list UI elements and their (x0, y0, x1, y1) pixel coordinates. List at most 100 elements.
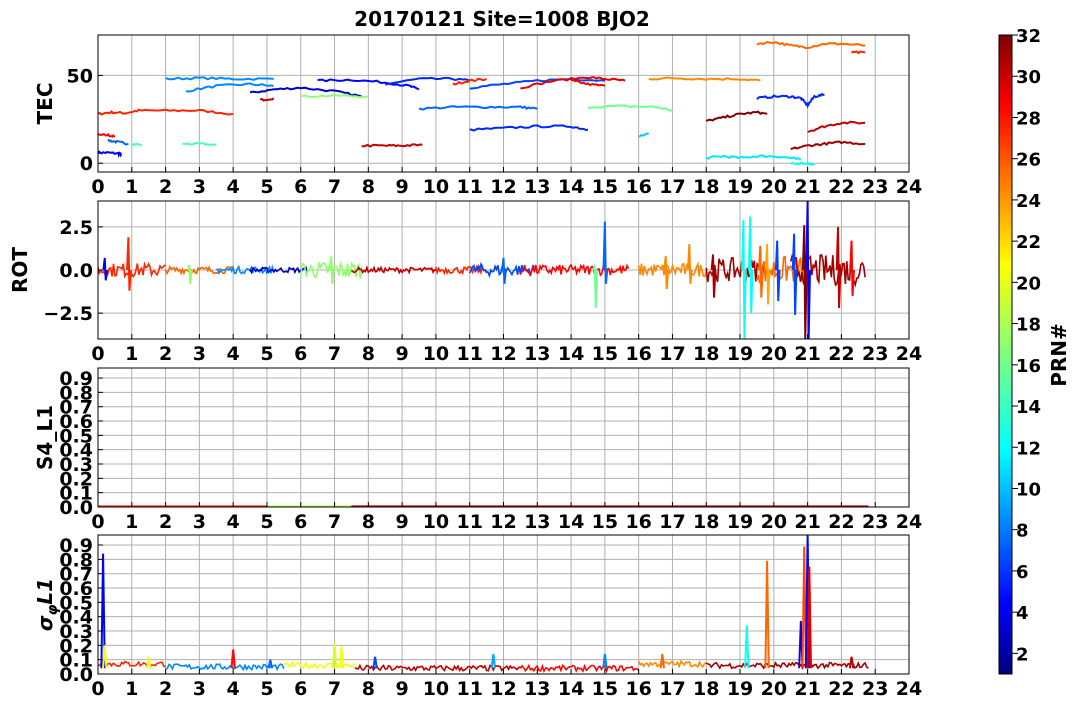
x-tick-label: 9 (396, 511, 409, 533)
colorbar-tick-label: 24 (1016, 191, 1041, 212)
x-tick-label: 23 (862, 176, 888, 198)
tec-series-line (98, 132, 116, 138)
sigma-spike (744, 625, 750, 669)
x-tick-label: 6 (294, 176, 307, 198)
x-tick-label: 11 (456, 176, 482, 198)
x-tick-label: 19 (727, 511, 753, 533)
rot-spike (757, 245, 764, 298)
colorbar-tick-label: 2 (1016, 644, 1029, 665)
x-tick-label: 20 (761, 678, 787, 700)
x-tick-label: 2 (159, 176, 172, 198)
y-axis-label-tec: TEC (33, 83, 57, 125)
tec-series-line (790, 140, 866, 150)
x-tick-label: 12 (490, 678, 516, 700)
x-tick-label: 14 (558, 343, 584, 365)
sigma-series-line (165, 663, 285, 672)
x-tick-label: 15 (592, 511, 618, 533)
y-tick-label: 0.9 (59, 368, 93, 390)
x-tick-label: 17 (659, 678, 685, 700)
tec-series-line (107, 138, 129, 146)
colorbar-tick-label: 4 (1016, 603, 1029, 624)
x-tick-label: 21 (794, 511, 820, 533)
x-tick-label: 11 (456, 343, 482, 365)
tec-series-line (98, 150, 123, 159)
x-tick-label: 16 (625, 343, 651, 365)
plot-area-rot (98, 201, 909, 339)
x-tick-label: 19 (727, 678, 753, 700)
x-tick-label: 14 (558, 678, 584, 700)
x-tick-label: 12 (490, 511, 516, 533)
x-tick-label: 17 (659, 343, 685, 365)
x-tick-label: 3 (193, 176, 206, 198)
tec-series-line (131, 142, 143, 147)
sigma-spike (146, 656, 152, 669)
x-tick-label: 18 (693, 678, 719, 700)
x-tick-label: 22 (828, 678, 854, 700)
rot-spike (849, 240, 855, 296)
x-tick-label: 18 (693, 343, 719, 365)
rot-spike (741, 219, 747, 339)
rot-spike (186, 264, 193, 284)
x-tick-label: 11 (456, 511, 482, 533)
rot-spike (805, 201, 811, 339)
sigma-spike (372, 656, 378, 669)
x-tick-label: 9 (396, 678, 409, 700)
x-tick-label: 8 (362, 511, 375, 533)
x-tick-label: 20 (761, 343, 787, 365)
y-tick-label: 0.9 (59, 535, 93, 557)
sigma-spike (659, 653, 666, 669)
x-tick-label: 14 (558, 511, 584, 533)
x-tick-label: 5 (260, 176, 273, 198)
x-tick-label: 16 (625, 511, 651, 533)
rot-spike (102, 257, 109, 281)
x-tick-label: 2 (159, 343, 172, 365)
x-tick-label: 18 (693, 511, 719, 533)
sigma-spike (490, 653, 497, 669)
y-tick-label: 2.5 (59, 217, 93, 239)
x-tick-label: 7 (328, 176, 341, 198)
tec-series-line (361, 143, 423, 148)
x-tick-label: 1 (125, 176, 138, 198)
x-tick-label: 2 (159, 678, 172, 700)
tec-series-line (705, 110, 768, 122)
y-tick-label: −2.5 (43, 303, 93, 325)
x-tick-label: 20 (761, 176, 787, 198)
x-tick-label: 17 (659, 511, 685, 533)
rot-spike (592, 264, 599, 308)
tec-series-line (850, 50, 866, 55)
x-tick-label: 13 (524, 511, 550, 533)
tec-series-line (520, 76, 626, 90)
colorbar (998, 34, 1013, 675)
x-tick-label: 24 (896, 343, 922, 365)
tec-series-line (756, 92, 825, 109)
x-tick-label: 8 (362, 678, 375, 700)
x-tick-label: 7 (328, 343, 341, 365)
tec-series-line (418, 105, 538, 111)
x-tick-label: 17 (659, 176, 685, 198)
x-tick-label: 12 (490, 176, 516, 198)
x-tick-label: 10 (423, 343, 449, 365)
x-tick-label: 7 (328, 511, 341, 533)
y-axis-label-sigma: σφL1 (33, 578, 61, 631)
colorbar-tick-label: 16 (1016, 356, 1041, 377)
colorbar-tick-label: 20 (1016, 273, 1041, 294)
plot-area-sigma (98, 535, 909, 674)
sigma-series-line (705, 660, 869, 671)
colorbar-label: PRN# (1047, 323, 1071, 387)
x-tick-label: 23 (862, 343, 888, 365)
rot-spike (328, 256, 335, 284)
x-tick-label: 23 (862, 511, 888, 533)
colorbar-tick-label: 32 (1016, 26, 1041, 47)
x-tick-label: 19 (727, 176, 753, 198)
x-tick-label: 4 (227, 343, 240, 365)
x-tick-label: 19 (727, 343, 753, 365)
tec-series-line (790, 161, 816, 166)
x-tick-label: 21 (794, 176, 820, 198)
x-tick-label: 16 (625, 678, 651, 700)
x-tick-label: 13 (524, 678, 550, 700)
sigma-series-line (283, 660, 356, 670)
x-tick-label: 9 (396, 343, 409, 365)
chart-root: 20170121 Site=1008 BJO2 PRN# 01234567891… (0, 0, 1077, 709)
x-tick-label: 3 (193, 678, 206, 700)
sigma-series-line (519, 663, 640, 674)
